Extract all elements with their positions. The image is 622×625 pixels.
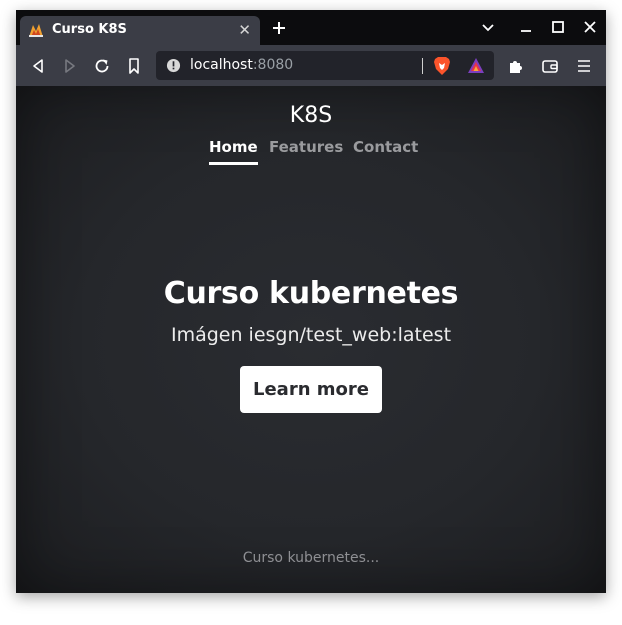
browser-window: Curso K8S ✕ localhost:8080 K8S Home Feat… bbox=[16, 10, 606, 593]
reload-icon[interactable] bbox=[92, 56, 112, 76]
minimize-icon[interactable] bbox=[517, 18, 535, 36]
forward-icon[interactable] bbox=[60, 56, 80, 76]
close-icon[interactable] bbox=[581, 18, 599, 36]
chevron-down-icon[interactable] bbox=[479, 18, 497, 36]
brave-rewards-icon[interactable] bbox=[467, 57, 485, 74]
site-brand[interactable]: K8S bbox=[16, 103, 606, 128]
site-info-icon[interactable] bbox=[166, 58, 181, 73]
hamburger-icon[interactable] bbox=[574, 56, 594, 76]
puzzle-icon[interactable] bbox=[506, 56, 526, 76]
browser-toolbar: localhost:8080 bbox=[16, 45, 606, 86]
nav-features[interactable]: Features bbox=[269, 138, 343, 162]
hero-subtitle: Imágen iesgn/test_web:latest bbox=[170, 324, 452, 346]
main-nav: Home Features Contact bbox=[16, 138, 606, 168]
url-divider bbox=[422, 58, 423, 74]
maximize-icon[interactable] bbox=[549, 18, 567, 36]
bookmark-icon[interactable] bbox=[124, 56, 144, 76]
page-content: K8S Home Features Contact Curso kubernet… bbox=[16, 86, 606, 593]
hero-title: Curso kubernetes bbox=[163, 276, 459, 311]
learn-more-button[interactable]: Learn more bbox=[240, 366, 382, 413]
tab-close-button[interactable]: ✕ bbox=[238, 21, 251, 39]
new-tab-button[interactable] bbox=[270, 19, 288, 37]
brave-shields-icon[interactable] bbox=[433, 56, 451, 76]
nav-home[interactable]: Home bbox=[209, 138, 258, 165]
tab-strip: Curso K8S ✕ bbox=[16, 10, 606, 45]
url-port: :8080 bbox=[252, 57, 294, 73]
wallet-icon[interactable] bbox=[540, 56, 560, 76]
k8s-flame-icon bbox=[29, 24, 43, 37]
footer-text: Curso kubernetes... bbox=[242, 550, 380, 566]
url-text[interactable]: localhost:8080 bbox=[190, 57, 293, 73]
tab-title: Curso K8S bbox=[52, 22, 127, 37]
url-bar[interactable]: localhost:8080 bbox=[156, 51, 494, 80]
back-icon[interactable] bbox=[28, 56, 48, 76]
url-host: localhost bbox=[190, 57, 253, 73]
nav-contact[interactable]: Contact bbox=[353, 138, 418, 162]
tab-curso-k8s[interactable]: Curso K8S ✕ bbox=[20, 16, 260, 45]
